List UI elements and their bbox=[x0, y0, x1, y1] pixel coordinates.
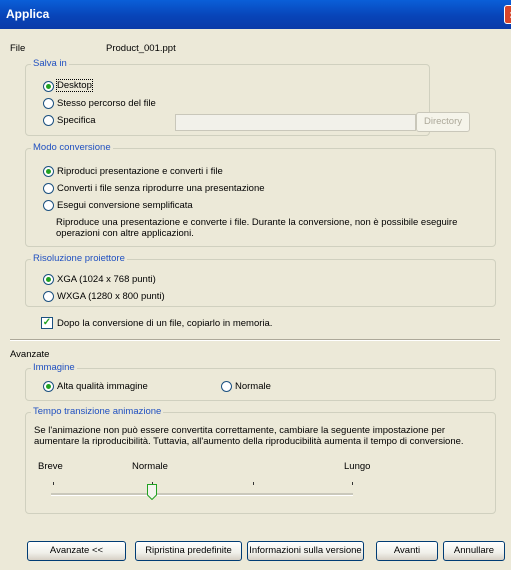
resolution-xga-radio[interactable] bbox=[43, 274, 54, 285]
slider-label-normal: Normale bbox=[132, 461, 168, 472]
file-label: File bbox=[10, 43, 26, 54]
save-same-path-label[interactable]: Stesso percorso del file bbox=[57, 98, 156, 109]
version-info-button[interactable]: Informazioni sulla versione bbox=[247, 541, 364, 561]
image-high-quality-radio[interactable] bbox=[43, 381, 54, 392]
conversion-play-convert-radio[interactable] bbox=[43, 166, 54, 177]
conversion-play-convert-label[interactable]: Riproduci presentazione e converti i fil… bbox=[57, 166, 223, 177]
advanced-toggle-button[interactable]: Avanzate << bbox=[27, 541, 126, 561]
conversion-description: Riproduce una presentazione e converte i… bbox=[56, 217, 458, 239]
animation-slider-track[interactable] bbox=[51, 493, 353, 496]
save-desktop-label[interactable]: Desktop bbox=[56, 79, 93, 92]
resolution-wxga-radio[interactable] bbox=[43, 291, 54, 302]
conversion-no-play-label[interactable]: Converti i file senza riprodurre una pre… bbox=[57, 183, 265, 194]
slider-tick bbox=[352, 482, 353, 485]
conversion-no-play-radio[interactable] bbox=[43, 183, 54, 194]
slider-tick bbox=[53, 482, 54, 485]
advanced-separator bbox=[10, 339, 500, 341]
resolution-wxga-label[interactable]: WXGA (1280 x 800 punti) bbox=[57, 291, 165, 302]
conversion-simplified-label[interactable]: Esegui conversione semplificata bbox=[57, 200, 193, 211]
advanced-title: Avanzate bbox=[10, 349, 50, 360]
restore-defaults-button[interactable]: Ripristina predefinite bbox=[135, 541, 242, 561]
animation-description: Se l'animazione non può essere convertit… bbox=[34, 425, 464, 447]
image-legend: Immagine bbox=[31, 362, 77, 373]
slider-label-short: Breve bbox=[38, 461, 63, 472]
resolution-xga-label[interactable]: XGA (1024 x 768 punti) bbox=[57, 274, 156, 285]
window-title: Applica bbox=[6, 7, 50, 21]
close-icon[interactable]: × bbox=[504, 5, 511, 24]
next-button[interactable]: Avanti bbox=[376, 541, 438, 561]
conversion-simplified-radio[interactable] bbox=[43, 200, 54, 211]
animation-slider-thumb[interactable] bbox=[147, 484, 157, 500]
image-normal-radio[interactable] bbox=[221, 381, 232, 392]
projector-resolution-legend: Risoluzione proiettore bbox=[31, 253, 127, 264]
cancel-button[interactable]: Annullare bbox=[443, 541, 505, 561]
conversion-mode-legend: Modo conversione bbox=[31, 142, 113, 153]
animation-legend: Tempo transizione animazione bbox=[31, 406, 164, 417]
save-specify-radio[interactable] bbox=[43, 115, 54, 126]
title-bar: Applica × bbox=[0, 0, 511, 29]
save-same-path-radio[interactable] bbox=[43, 98, 54, 109]
slider-label-long: Lungo bbox=[344, 461, 371, 472]
copy-to-memory-checkbox[interactable]: ✓ bbox=[41, 317, 53, 329]
image-normal-label[interactable]: Normale bbox=[235, 381, 271, 392]
save-path-field[interactable] bbox=[175, 114, 416, 131]
save-desktop-radio[interactable] bbox=[43, 81, 54, 92]
directory-button[interactable]: Directory bbox=[416, 112, 470, 132]
file-name: Product_001.ppt bbox=[106, 43, 176, 54]
save-specify-label[interactable]: Specifica bbox=[57, 115, 96, 126]
image-high-quality-label[interactable]: Alta qualità immagine bbox=[57, 381, 148, 392]
slider-tick bbox=[253, 482, 254, 485]
save-in-legend: Salva in bbox=[31, 58, 69, 69]
copy-to-memory-label[interactable]: Dopo la conversione di un file, copiarlo… bbox=[57, 318, 272, 329]
